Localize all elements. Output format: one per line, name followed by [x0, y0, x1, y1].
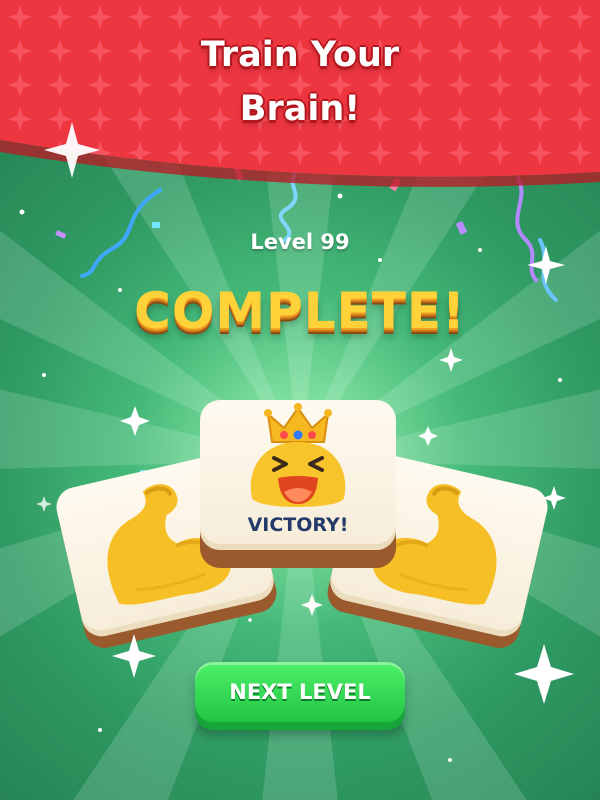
- sparkle-icon: [514, 644, 574, 704]
- next-level-button[interactable]: NEXT LEVEL: [195, 662, 405, 730]
- sparkle-icon: [542, 486, 566, 510]
- sparkle-icon: [439, 348, 463, 372]
- sparkle-icon: [527, 246, 565, 284]
- sparkle-icon: [418, 426, 438, 446]
- victory-screen: Train Your Brain! Level 99 COMPLETE! VIC…: [0, 0, 600, 800]
- sparkle-icon: [112, 634, 156, 678]
- sparkle-icon: [301, 594, 323, 616]
- sparkle-icon: [120, 406, 150, 436]
- sparkle-icon: [36, 496, 52, 512]
- next-level-label: NEXT LEVEL: [229, 680, 371, 704]
- sparkle-icon: [44, 122, 100, 178]
